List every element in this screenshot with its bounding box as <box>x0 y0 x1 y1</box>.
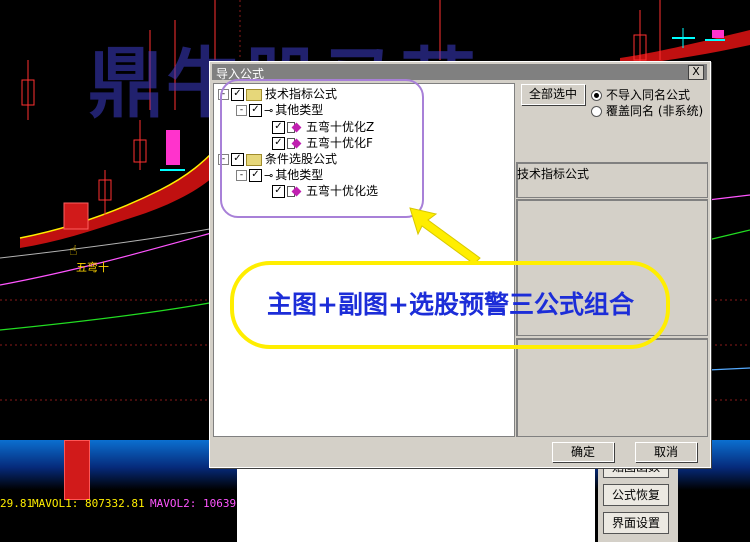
side-button-restore-formula[interactable]: 公式恢复 <box>603 484 669 506</box>
category-label: 技术指标公式 <box>517 167 590 181</box>
radio-label: 覆盖同名 (非系统) <box>606 104 704 118</box>
annotation-arrow-icon <box>409 207 481 265</box>
tree-highlight-outline <box>220 79 424 218</box>
dialog-titlebar[interactable]: 导入公式 X <box>212 64 707 81</box>
close-button[interactable]: X <box>688 65 704 80</box>
editor-area <box>237 466 595 542</box>
side-button-ui-settings[interactable]: 界面设置 <box>603 512 669 534</box>
ok-button[interactable]: 确定 <box>552 442 614 462</box>
radio-button[interactable] <box>591 106 602 117</box>
radio-overwrite-duplicates[interactable]: 覆盖同名 (非系统) <box>591 102 703 119</box>
volume-value-partial: 29.81 <box>0 497 34 510</box>
indicator-label: 五弯十 <box>76 261 109 274</box>
mavol1-readout: MAVOL1: 807332.81 <box>32 497 145 510</box>
radio-button[interactable] <box>591 90 602 101</box>
cancel-button[interactable]: 取消 <box>635 442 697 462</box>
hand-cursor-icon: ☝ <box>69 243 78 259</box>
annotation-text: 主图+副图+选股预警三公式组合 <box>267 290 634 319</box>
select-all-button[interactable]: 全部选中 <box>521 84 585 105</box>
radio-skip-duplicates[interactable]: 不导入同名公式 <box>591 86 690 103</box>
radio-label: 不导入同名公式 <box>606 88 691 102</box>
preview-box-bottom <box>516 338 708 437</box>
volume-bar <box>64 440 90 500</box>
mavol2-readout: MAVOL2: 10639 <box>150 497 237 510</box>
